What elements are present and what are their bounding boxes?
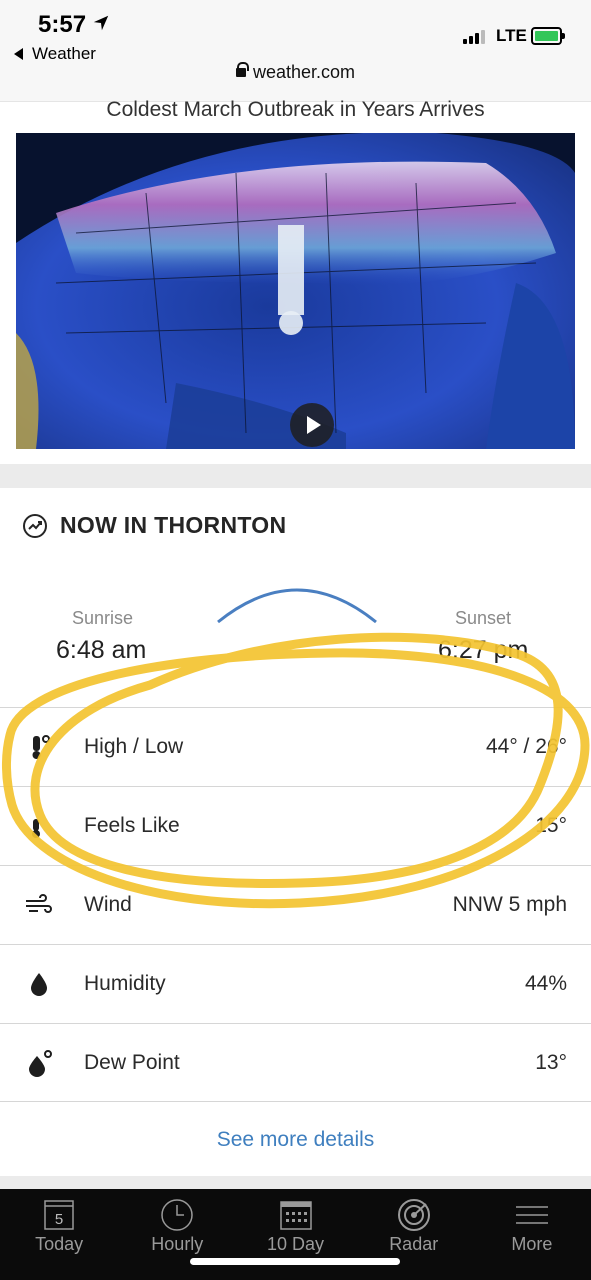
tab-label: Radar [389, 1234, 439, 1254]
tab-radar[interactable]: Radar [355, 1189, 473, 1280]
menu-icon [515, 1206, 548, 1224]
tab-label: Hourly [151, 1234, 204, 1254]
calendar-grid-icon [279, 1201, 312, 1230]
back-label: Weather [32, 44, 96, 63]
detail-value: 13° [535, 1051, 567, 1074]
home-indicator[interactable] [190, 1258, 400, 1265]
detail-row-dew-point: Dew Point 13° [0, 1023, 591, 1102]
clock-icon [161, 1199, 194, 1231]
trend-icon [23, 513, 47, 538]
location-arrow-icon [93, 15, 109, 31]
highlight-scribble [1, 632, 590, 909]
lock-icon [235, 61, 249, 79]
now-section-header: NOW IN THORNTON [22, 512, 286, 539]
weather-map-image [16, 133, 575, 449]
humidity-drop-icon [31, 973, 47, 996]
weather-page: 5:57 Weather LTE weather.com Coldest Mar… [0, 0, 591, 1280]
section-divider-bottom [0, 1176, 591, 1190]
tab-label: More [511, 1234, 553, 1254]
calendar-day-icon: 5 [44, 1200, 74, 1230]
url-bar[interactable]: weather.com [0, 61, 591, 83]
back-to-weather-link[interactable]: Weather [14, 44, 96, 64]
tab-today[interactable]: 5 Today [0, 1189, 118, 1280]
detail-label: Humidity [84, 972, 166, 995]
cell-signal-icon [463, 28, 485, 44]
tab-hourly[interactable]: Hourly [118, 1189, 236, 1280]
detail-row-humidity: Humidity 44% [0, 944, 591, 1023]
tab-more[interactable]: More [473, 1189, 591, 1280]
carrier-label: LTE [496, 26, 527, 45]
detail-value: 44% [524, 972, 567, 995]
dew-point-icon [29, 1050, 52, 1077]
tab-label: Today [35, 1234, 84, 1254]
section-divider [0, 464, 591, 488]
video-thumbnail[interactable] [16, 133, 575, 449]
tab-label: 10 Day [266, 1234, 325, 1254]
tab-10-day[interactable]: 10 Day [236, 1189, 354, 1280]
now-section-title: NOW IN THORNTON [60, 512, 287, 538]
status-bar: 5:57 Weather LTE weather.com [0, 0, 591, 102]
url-text: weather.com [252, 62, 356, 82]
bottom-tab-bar: 5 Today Hourly 10 Day Radar More [0, 1189, 591, 1280]
see-more-details-link[interactable]: See more details [0, 1128, 591, 1152]
article-headline[interactable]: Coldest March Outbreak in Years Arrives [0, 98, 591, 122]
play-button[interactable] [290, 403, 334, 447]
detail-label: Dew Point [84, 1051, 180, 1074]
today-date-badge: 5 [55, 1211, 63, 1228]
radar-icon [397, 1199, 430, 1231]
status-time: 5:57 [38, 11, 87, 38]
back-triangle-icon [14, 48, 23, 60]
battery-icon [531, 27, 565, 45]
